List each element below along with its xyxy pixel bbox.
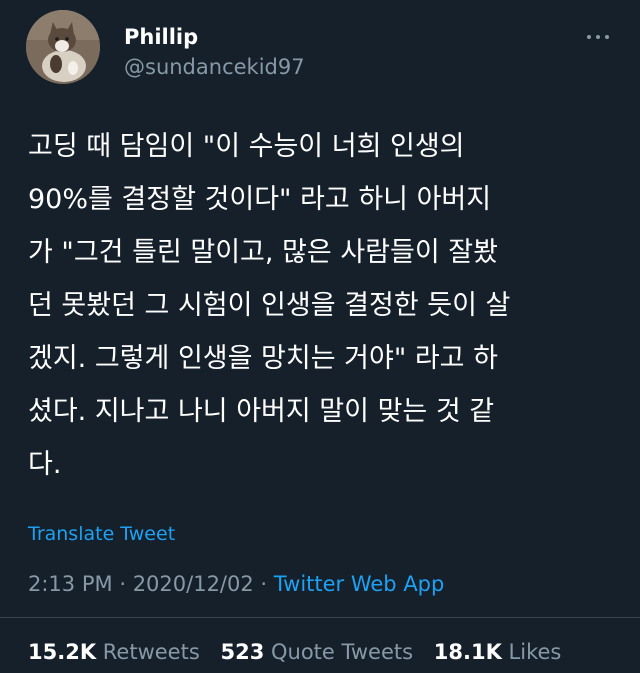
quote-tweets-count: 523 [220,640,265,664]
retweets-count: 15.2K [28,640,97,664]
cat-photo-avatar-icon [26,10,100,84]
retweets-label: Retweets [102,640,200,664]
meta-separator: · [260,572,268,596]
tweet-text-line: 다. [28,449,62,480]
quote-tweets-stat[interactable]: 523 Quote Tweets [220,638,413,666]
likes-label: Likes [508,640,562,664]
tweet-text-line: 던 못봤던 그 시험이 인생을 결정한 듯이 살 [28,290,511,321]
retweets-stat[interactable]: 15.2K Retweets [28,638,200,666]
tweet-text-line: 겠지. 그렇게 인생을 망치는 거야" 라고 하 [28,343,498,374]
likes-stat[interactable]: 18.1K Likes [434,638,562,666]
quote-tweets-label: Quote Tweets [271,640,414,664]
display-name[interactable]: Phillip [124,24,198,50]
more-options-icon [587,35,591,39]
more-options-icon [605,35,609,39]
tweet-text-line: 고딩 때 담임이 "이 수능이 너희 인생의 [28,131,465,162]
avatar[interactable] [26,10,100,84]
tweet-text-line: 가 "그건 틀린 말이고, 많은 사람들이 잘봤 [28,237,498,268]
divider [0,617,640,618]
more-options-icon [596,35,600,39]
tweet-text-line: 90%를 결정할 것이다" 라고 하니 아버지 [28,184,492,215]
tweet-source-link[interactable]: Twitter Web App [274,572,445,596]
username[interactable]: @sundancekid97 [124,54,305,80]
tweet-detail: Phillip @sundancekid97 고딩 때 담임이 "이 수능이 너… [0,0,640,673]
tweet-meta: 2:13 PM · 2020/12/02 · Twitter Web App [28,570,444,598]
meta-separator: · [119,572,126,596]
translate-tweet-link[interactable]: Translate Tweet [28,521,175,547]
more-options-button[interactable] [578,24,618,50]
tweet-time[interactable]: 2:13 PM [28,572,113,596]
tweet-text: 고딩 때 담임이 "이 수능이 너희 인생의 90%를 결정할 것이다" 라고 … [28,120,620,491]
likes-count: 18.1K [433,640,502,664]
tweet-stats: 15.2K Retweets 523 Quote Tweets 18.1K Li… [28,638,575,666]
tweet-date[interactable]: 2020/12/02 [133,572,254,596]
tweet-text-line: 셨다. 지나고 나니 아버지 말이 맞는 것 같 [28,396,495,427]
